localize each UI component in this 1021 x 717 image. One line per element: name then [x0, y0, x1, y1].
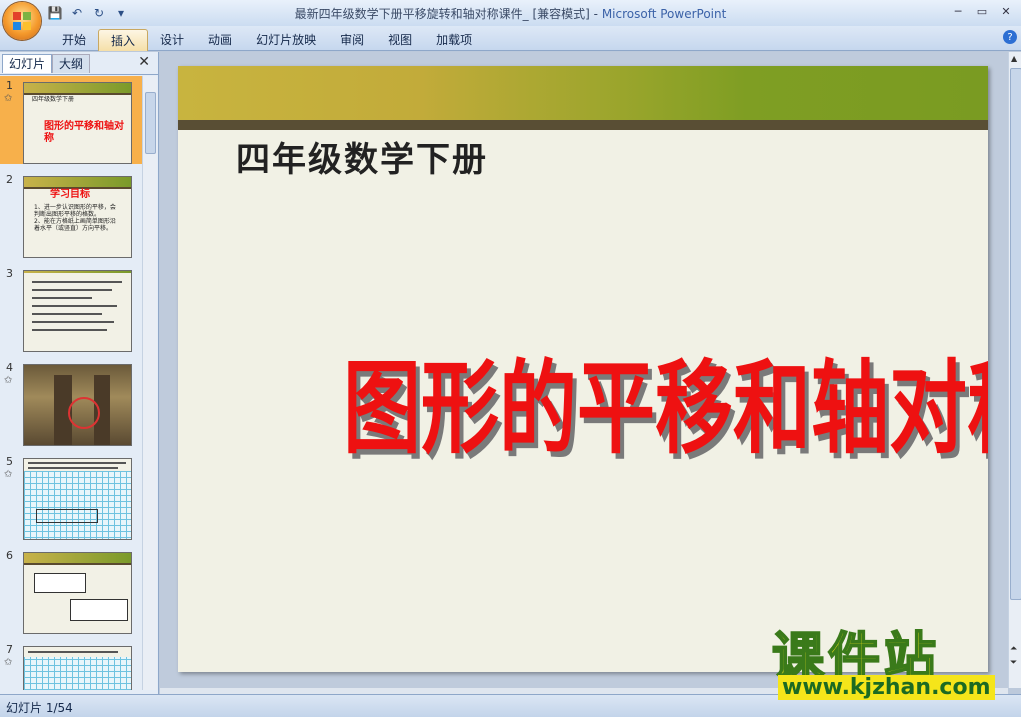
slide-header-band — [178, 66, 988, 120]
tab-slideshow[interactable]: 幻灯片放映 — [244, 29, 328, 51]
tab-insert[interactable]: 插入 — [98, 29, 149, 51]
previous-slide-icon[interactable]: ⏶ — [1010, 644, 1017, 654]
tab-design[interactable]: 设计 — [148, 29, 196, 51]
slide-number: 4 — [6, 361, 13, 374]
document-title: 最新四年级数学下册平移旋转和轴对称课件_ [兼容模式] — [294, 7, 590, 21]
slide-thumbnail[interactable]: 2 学习目标 1、进一步认识图形的平移，会 判断出图形平移的格数。 2、能在方格… — [0, 170, 142, 258]
slide-counter: 幻灯片 1/54 — [6, 701, 73, 715]
thumb-caption-bg — [24, 459, 131, 471]
thumb-text-line — [28, 467, 118, 469]
office-button[interactable] — [3, 2, 41, 40]
thumbnail-list: 1 ✩ 四年级数学下册 图形的平移和轴对称 2 学习目标 1、进一步认识图形的平… — [0, 76, 142, 690]
tab-addins[interactable]: 加载项 — [424, 29, 484, 51]
thumb-line: 判断出图形平移的格数。 — [34, 211, 101, 218]
current-slide[interactable]: 四年级数学下册 图形的平移和轴对称 — [178, 66, 988, 672]
thumb-header-band — [24, 271, 131, 273]
title-bar: 💾 ↶ ↻ ▾ 最新四年级数学下册平移旋转和轴对称课件_ [兼容模式] - Mi… — [0, 0, 1021, 40]
panel-scrollbar[interactable] — [142, 76, 157, 690]
slide-editor: 四年级数学下册 图形的平移和轴对称 — [160, 52, 1008, 688]
thumb-text-line — [32, 329, 107, 331]
slide-number: 5 — [6, 455, 13, 468]
thumb-header-band — [24, 83, 131, 93]
slide-thumbnail[interactable]: 5 ✩ — [0, 452, 142, 540]
panel-scroll-thumb[interactable] — [145, 92, 156, 154]
tab-review[interactable]: 审阅 — [328, 29, 376, 51]
thumb-title: 图形的平移和轴对称 — [44, 121, 124, 144]
thumb-shape — [36, 509, 98, 523]
thumb-highlight-circle — [68, 397, 100, 429]
scroll-up-icon[interactable]: ▲ — [1011, 54, 1017, 63]
tab-outline[interactable]: 大纲 — [52, 54, 91, 73]
maximize-icon[interactable]: ▭ — [971, 3, 993, 19]
thumb-callout — [34, 573, 86, 593]
help-icon[interactable]: ? — [1003, 30, 1017, 44]
thumb-text-line — [32, 305, 117, 307]
thumb-text-line — [28, 651, 118, 653]
animation-star-icon: ✩ — [4, 375, 13, 386]
slide-title[interactable]: 图形的平移和轴对称 — [343, 328, 988, 474]
thumbnail-grid — [23, 646, 132, 690]
animation-star-icon: ✩ — [4, 93, 13, 104]
slide-number: 1 — [6, 79, 13, 92]
thumbnail-photo — [23, 364, 132, 446]
slide-number: 7 — [6, 643, 13, 656]
thumb-line: 1、进一步认识图形的平移，会 — [34, 204, 116, 211]
thumb-text-line — [32, 313, 102, 315]
slide-thumbnail[interactable]: 4 ✩ — [0, 358, 142, 446]
thumbnail-preview — [23, 552, 132, 634]
thumb-text-line — [28, 462, 126, 464]
slide-thumbnail[interactable]: 6 — [0, 546, 142, 634]
thumbnail-preview — [23, 270, 132, 352]
thumb-subtitle: 四年级数学下册 — [32, 96, 75, 103]
ribbon: 开始 插入 设计 动画 幻灯片放映 审阅 视图 加载项 ? — [0, 26, 1021, 51]
minimize-icon[interactable]: ─ — [947, 3, 969, 19]
office-logo-icon — [13, 12, 31, 30]
slide-thumbnail[interactable]: 3 — [0, 264, 142, 352]
tab-animation[interactable]: 动画 — [196, 29, 244, 51]
thumb-header-band — [24, 177, 131, 187]
watermark-url: www.kjzhan.com — [778, 675, 995, 700]
slide-number: 2 — [6, 173, 13, 186]
slide-number: 6 — [6, 549, 13, 562]
thumb-text-line — [32, 297, 92, 299]
thumbnail-preview: 学习目标 1、进一步认识图形的平移，会 判断出图形平移的格数。 2、能在方格纸上… — [23, 176, 132, 258]
thumbnail-preview: 四年级数学下册 图形的平移和轴对称 — [23, 82, 132, 164]
thumb-text-line — [32, 321, 114, 323]
slide-subtitle[interactable]: 四年级数学下册 — [236, 132, 488, 181]
app-name: Microsoft PowerPoint — [601, 7, 727, 21]
close-icon[interactable]: ✕ — [995, 3, 1017, 19]
ribbon-tabs: 开始 插入 设计 动画 幻灯片放映 审阅 视图 加载项 — [50, 29, 484, 51]
thumb-header-rule — [24, 563, 131, 565]
thumb-text-line — [32, 281, 122, 283]
tab-slides[interactable]: 幻灯片 — [2, 54, 53, 73]
panel-tabs: 幻灯片 大纲 ✕ — [0, 52, 158, 75]
editor-scroll-thumb[interactable] — [1010, 68, 1021, 600]
tab-home[interactable]: 开始 — [50, 29, 98, 51]
slide-number: 3 — [6, 267, 13, 280]
title-separator: - — [589, 7, 602, 21]
editor-vertical-scrollbar[interactable]: ▲ ⏶ ⏷ — [1008, 52, 1021, 688]
slide-header-rule — [178, 120, 988, 130]
thumb-line: 2、能在方格纸上画简单图形沿 — [34, 218, 116, 225]
next-slide-icon[interactable]: ⏷ — [1010, 658, 1017, 668]
animation-star-icon: ✩ — [4, 657, 13, 668]
window-title: 最新四年级数学下册平移旋转和轴对称课件_ [兼容模式] - Microsoft … — [0, 5, 1021, 22]
panel-close-icon[interactable]: ✕ — [138, 54, 150, 70]
slide-thumbnail[interactable]: 7 ✩ — [0, 640, 142, 690]
slides-panel: 幻灯片 大纲 ✕ 1 ✩ 四年级数学下册 图形的平移和轴对称 2 学习目标 1、… — [0, 52, 159, 694]
thumbnail-grid — [23, 458, 132, 540]
tab-view[interactable]: 视图 — [376, 29, 424, 51]
thumb-line: 着水平（或竖直）方向平移。 — [34, 225, 113, 232]
thumb-header-band — [24, 553, 131, 563]
slide-thumbnail[interactable]: 1 ✩ 四年级数学下册 图形的平移和轴对称 — [0, 76, 142, 164]
watermark-logo: 课件站 www.kjzhan.com — [771, 615, 1002, 715]
thumb-title: 学习目标 — [50, 189, 90, 200]
thumb-text-line — [32, 289, 112, 291]
thumb-header-rule — [24, 93, 131, 95]
animation-star-icon: ✩ — [4, 469, 13, 480]
window-controls: ─ ▭ ✕ — [947, 3, 1017, 19]
thumb-callout — [70, 599, 128, 621]
